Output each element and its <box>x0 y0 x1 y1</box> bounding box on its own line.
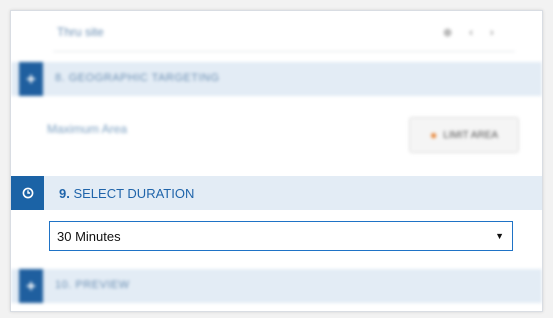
top-row-label: Thru site <box>57 25 104 39</box>
section-geographic-targeting[interactable]: 8. GEOGRAPHIC TARGETING <box>11 62 542 96</box>
plus-icon <box>19 269 43 303</box>
clock-icon <box>11 176 44 210</box>
dropdown-arrow-icon: ▼ <box>495 231 504 241</box>
section-title: 9. SELECT DURATION <box>59 186 194 201</box>
chevron-left-icon[interactable]: ‹ <box>469 27 473 39</box>
top-row: Thru site ⊕ ‹ › <box>11 11 542 52</box>
section-select-duration[interactable]: 9. SELECT DURATION <box>11 176 542 210</box>
form-panel: Thru site ⊕ ‹ › 8. GEOGRAPHIC TARGETING … <box>10 10 543 312</box>
area-row: Maximum Area ● LIMIT AREA <box>11 99 542 169</box>
duration-select[interactable]: 30 Minutes ▼ <box>49 221 513 251</box>
add-icon[interactable]: ⊕ <box>443 27 452 39</box>
section-title: 10. PREVIEW <box>55 279 130 291</box>
top-row-controls[interactable]: ⊕ ‹ › <box>443 26 508 39</box>
area-label: Maximum Area <box>47 122 128 136</box>
duration-select-value: 30 Minutes <box>57 228 121 244</box>
section-name: SELECT DURATION <box>73 186 195 201</box>
plus-icon <box>19 62 43 96</box>
section-number: 9. <box>59 186 70 201</box>
section-title: 8. GEOGRAPHIC TARGETING <box>55 72 220 84</box>
limit-area-label: LIMIT AREA <box>443 129 499 141</box>
section-preview[interactable]: 10. PREVIEW <box>11 269 542 303</box>
divider <box>53 51 515 52</box>
map-pin-icon: ● <box>429 128 438 142</box>
chevron-right-icon[interactable]: › <box>490 27 494 39</box>
limit-area-button[interactable]: ● LIMIT AREA <box>409 117 519 153</box>
